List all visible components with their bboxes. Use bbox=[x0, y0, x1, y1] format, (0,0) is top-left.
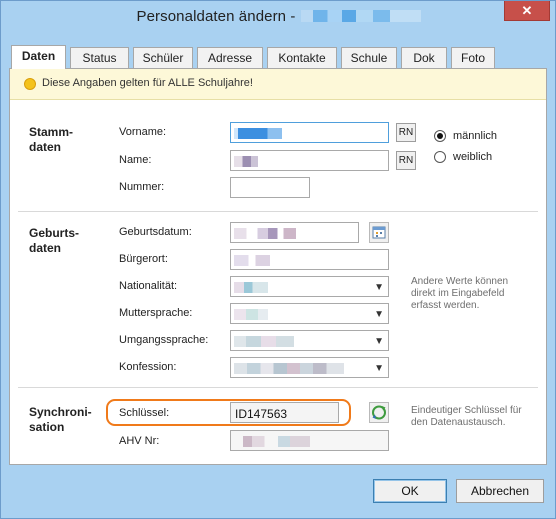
calendar-icon bbox=[372, 226, 386, 239]
radio-weiblich-label: weiblich bbox=[453, 151, 493, 163]
info-banner: Diese Angaben gelten für ALLE Schuljahre… bbox=[10, 69, 546, 100]
konfession-label: Konfession: bbox=[119, 361, 177, 373]
close-icon: ✕ bbox=[521, 3, 533, 18]
ok-button[interactable]: OK bbox=[373, 479, 447, 503]
schluessel-field[interactable]: ID147563 bbox=[230, 402, 339, 423]
redacted-value bbox=[234, 309, 268, 320]
geburtsdaten-hint: Andere Werte können direkt im Eingabefeld… bbox=[411, 276, 509, 311]
konfession-select[interactable]: ▼ bbox=[230, 357, 389, 378]
redacted-value bbox=[234, 228, 296, 239]
nummer-input[interactable] bbox=[230, 177, 310, 198]
chevron-down-icon: ▼ bbox=[374, 282, 384, 293]
section-stammdaten-title: Stamm-daten bbox=[29, 125, 74, 154]
tab-foto[interactable]: Foto bbox=[451, 47, 495, 68]
divider bbox=[18, 387, 538, 388]
tab-schueler[interactable]: Schüler bbox=[133, 47, 193, 68]
tab-schule[interactable]: Schule bbox=[341, 47, 397, 68]
schluessel-value: ID147563 bbox=[235, 407, 288, 421]
section-synchronisation-title: Synchroni-sation bbox=[29, 405, 92, 434]
close-button[interactable]: ✕ bbox=[504, 1, 550, 21]
nationalitaet-select[interactable]: ▼ bbox=[230, 276, 389, 297]
schluessel-label: Schlüssel: bbox=[119, 407, 170, 419]
synchronisation-hint: Eindeutiger Schlüssel für den Datenaustau… bbox=[411, 405, 522, 428]
banner-text: Diese Angaben gelten für ALLE Schuljahre… bbox=[42, 77, 253, 89]
radio-maennlich-label: männlich bbox=[453, 130, 498, 142]
redacted-value bbox=[234, 128, 282, 139]
chevron-down-icon: ▼ bbox=[374, 336, 384, 347]
redacted-value bbox=[234, 336, 294, 347]
redacted-title-suffix bbox=[301, 10, 422, 22]
vorname-label: Vorname: bbox=[119, 126, 167, 138]
calendar-button[interactable] bbox=[369, 222, 389, 243]
divider bbox=[18, 211, 538, 212]
redacted-value bbox=[234, 255, 270, 266]
name-rn-button[interactable]: RN bbox=[396, 151, 416, 170]
sync-button[interactable] bbox=[369, 402, 389, 423]
redacted-value bbox=[234, 363, 344, 374]
info-dot-icon bbox=[24, 78, 36, 90]
sync-icon bbox=[372, 405, 386, 420]
name-label: Name: bbox=[119, 154, 152, 166]
section-geburtsdaten-title: Geburts-daten bbox=[29, 226, 80, 255]
geburtsdatum-input[interactable] bbox=[230, 222, 359, 243]
tab-panel-daten: Diese Angaben gelten für ALLE Schuljahre… bbox=[9, 68, 547, 465]
umgangssprache-select[interactable]: ▼ bbox=[230, 330, 389, 351]
ahv-label: AHV Nr: bbox=[119, 435, 160, 447]
chevron-down-icon: ▼ bbox=[374, 309, 384, 320]
tab-adresse[interactable]: Adresse bbox=[197, 47, 263, 68]
dialog-window: Personaldaten ändern - ✕ Daten Status Sc… bbox=[0, 0, 556, 519]
buergerort-label: Bürgerort: bbox=[119, 253, 168, 265]
redacted-value bbox=[234, 156, 258, 167]
tab-status[interactable]: Status bbox=[70, 47, 129, 68]
muttersprache-label: Muttersprache: bbox=[119, 307, 193, 319]
radio-maennlich[interactable] bbox=[434, 130, 446, 142]
tab-kontakte[interactable]: Kontakte bbox=[267, 47, 337, 68]
tab-dok[interactable]: Dok bbox=[401, 47, 447, 68]
abbrechen-button[interactable]: Abbrechen bbox=[456, 479, 544, 503]
muttersprache-select[interactable]: ▼ bbox=[230, 303, 389, 324]
window-title: Personaldaten ändern - bbox=[1, 8, 556, 25]
umgangssprache-label: Umgangssprache: bbox=[119, 334, 209, 346]
radio-weiblich[interactable] bbox=[434, 151, 446, 163]
geburtsdatum-label: Geburtsdatum: bbox=[119, 226, 192, 238]
chevron-down-icon: ▼ bbox=[374, 363, 384, 374]
vorname-input[interactable] bbox=[230, 122, 389, 143]
vorname-rn-button[interactable]: RN bbox=[396, 123, 416, 142]
redacted-value bbox=[234, 282, 268, 293]
name-input[interactable] bbox=[230, 150, 389, 171]
ahv-field[interactable] bbox=[230, 430, 389, 451]
nationalitaet-label: Nationalität: bbox=[119, 280, 178, 292]
tab-daten[interactable]: Daten bbox=[11, 45, 66, 69]
nummer-label: Nummer: bbox=[119, 181, 165, 193]
title-bar[interactable]: Personaldaten ändern - ✕ bbox=[1, 1, 556, 35]
buergerort-input[interactable] bbox=[230, 249, 389, 270]
redacted-value bbox=[234, 436, 310, 447]
